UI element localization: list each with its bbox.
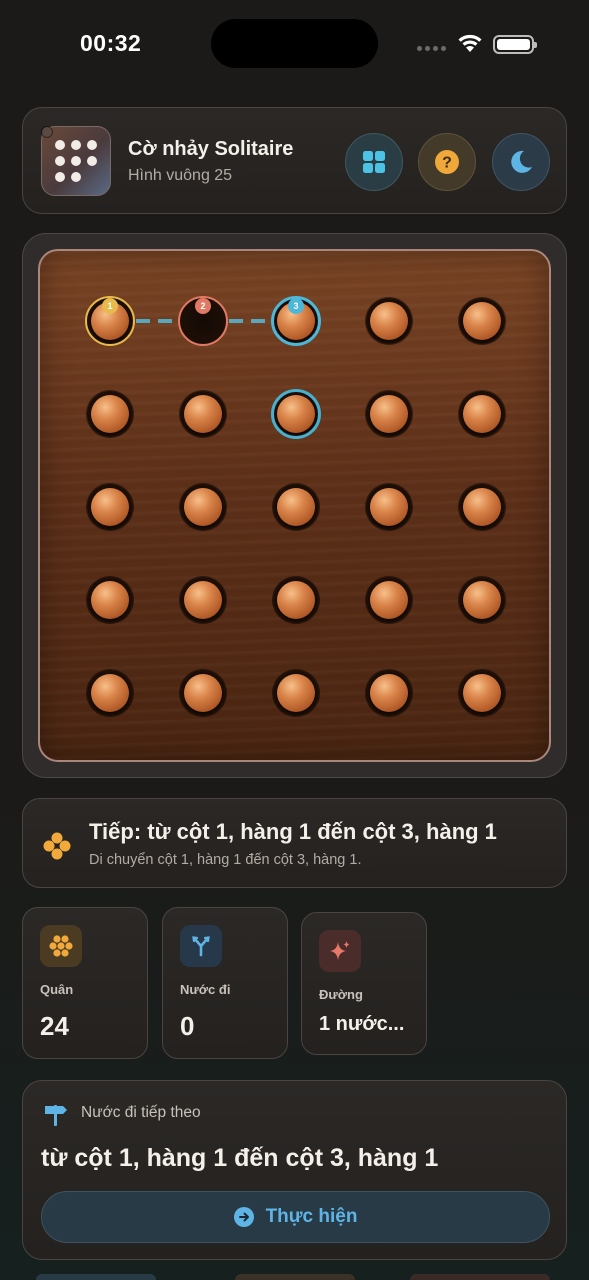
peg-cell[interactable] <box>180 391 226 437</box>
peg-cell[interactable] <box>366 670 412 716</box>
peg-cell[interactable] <box>87 484 133 530</box>
hint-title: Tiếp: từ cột 1, hàng 1 đến cột 3, hàng 1 <box>89 819 497 844</box>
peg-cell[interactable] <box>180 577 226 623</box>
dynamic-island <box>211 19 378 68</box>
next-move-label: Nước đi tiếp theo <box>81 1104 201 1121</box>
peg[interactable] <box>370 488 408 526</box>
peg[interactable] <box>184 395 222 433</box>
peg[interactable] <box>277 674 315 712</box>
peg[interactable] <box>91 674 129 712</box>
status-bar: 00:32 <box>0 0 589 90</box>
grid-icon <box>363 151 385 173</box>
peg-cell[interactable] <box>180 670 226 716</box>
peg[interactable] <box>463 674 501 712</box>
game-board[interactable]: 1 2 3 <box>38 249 551 762</box>
app-logo <box>41 126 111 196</box>
stat-label: Nước đi <box>180 982 231 997</box>
peg-cell[interactable] <box>366 391 412 437</box>
peg[interactable] <box>370 674 408 712</box>
peg-cell[interactable] <box>87 577 133 623</box>
board-select-button[interactable] <box>345 133 403 191</box>
svg-text:?: ? <box>442 155 452 172</box>
peg-cell[interactable] <box>273 484 319 530</box>
peg[interactable] <box>277 488 315 526</box>
next-move-text: từ cột 1, hàng 1 đến cột 3, hàng 1 <box>41 1144 439 1172</box>
stat-value: 1 nước... <box>319 1013 405 1035</box>
peg[interactable] <box>184 581 222 619</box>
stat-value: 0 <box>180 1011 195 1041</box>
peg[interactable] <box>91 581 129 619</box>
stat-value: 24 <box>40 1011 69 1041</box>
wifi-icon <box>458 34 482 52</box>
move-path-segment <box>229 319 270 323</box>
help-button[interactable]: ? <box>418 133 476 191</box>
theme-toggle-button[interactable] <box>492 133 550 191</box>
pegs-icon <box>40 925 82 967</box>
next-move-card: Nước đi tiếp theo từ cột 1, hàng 1 đến c… <box>22 1080 567 1260</box>
peg-cell[interactable] <box>459 577 505 623</box>
arrow-right-icon <box>233 1207 254 1227</box>
peg-cell[interactable] <box>366 298 412 344</box>
selected-peg-ring <box>271 389 321 439</box>
hint-card: Tiếp: từ cột 1, hàng 1 đến cột 3, hàng 1… <box>22 798 567 888</box>
path-step-badge: 2 <box>195 298 211 314</box>
peg[interactable] <box>91 488 129 526</box>
bottom-button-peek <box>410 1274 550 1280</box>
peg[interactable] <box>91 395 129 433</box>
execute-move-button[interactable]: Thực hiện <box>41 1191 550 1243</box>
battery-icon <box>493 35 537 54</box>
peg-cell[interactable] <box>366 484 412 530</box>
bottom-button-peek <box>36 1274 156 1280</box>
peg[interactable] <box>463 581 501 619</box>
peg-cell[interactable] <box>273 577 319 623</box>
bottom-button-peek <box>235 1274 355 1280</box>
peg[interactable] <box>463 302 501 340</box>
app-title: Cờ nhảy Solitaire <box>128 138 294 160</box>
stat-label: Đường <box>319 987 363 1002</box>
path-step-badge: 1 <box>102 298 118 314</box>
peg-cell[interactable] <box>366 577 412 623</box>
status-time: 00:32 <box>80 30 142 56</box>
app-header: Cờ nhảy Solitaire Hình vuông 25 ? <box>22 107 567 214</box>
stat-path: Đường 1 nước... <box>301 912 427 1055</box>
peg[interactable] <box>184 674 222 712</box>
app-subtitle: Hình vuông 25 <box>128 167 233 184</box>
peg[interactable] <box>370 302 408 340</box>
move-path-segment <box>136 319 177 323</box>
moon-icon <box>511 150 532 173</box>
signal-icon <box>417 46 446 51</box>
peg-cell[interactable] <box>87 391 133 437</box>
peg-cell[interactable] <box>459 391 505 437</box>
branch-icon <box>180 925 222 967</box>
sparkle-icon <box>319 930 361 972</box>
execute-move-label: Thực hiện <box>265 1206 358 1227</box>
stat-pegs: Quân 24 <box>22 907 148 1059</box>
peg[interactable] <box>370 581 408 619</box>
path-step-badge: 3 <box>288 298 304 314</box>
peg[interactable] <box>463 395 501 433</box>
peg-cell[interactable] <box>459 484 505 530</box>
peg-cell[interactable] <box>87 670 133 716</box>
peg-cell[interactable] <box>273 670 319 716</box>
peg[interactable] <box>463 488 501 526</box>
board-container: 1 2 3 <box>22 233 567 778</box>
peg-cell[interactable] <box>459 670 505 716</box>
signpost-icon <box>45 1105 67 1126</box>
pegs-cluster-icon <box>43 832 71 860</box>
help-icon: ? <box>435 150 459 174</box>
peg-cell[interactable] <box>459 298 505 344</box>
stat-moves: Nước đi 0 <box>162 907 288 1059</box>
peg-cell[interactable] <box>180 484 226 530</box>
peg[interactable] <box>370 395 408 433</box>
peg[interactable] <box>277 581 315 619</box>
stat-label: Quân <box>40 982 74 997</box>
hint-subtitle: Di chuyển cột 1, hàng 1 đến cột 3, hàng … <box>89 852 362 868</box>
peg[interactable] <box>184 488 222 526</box>
